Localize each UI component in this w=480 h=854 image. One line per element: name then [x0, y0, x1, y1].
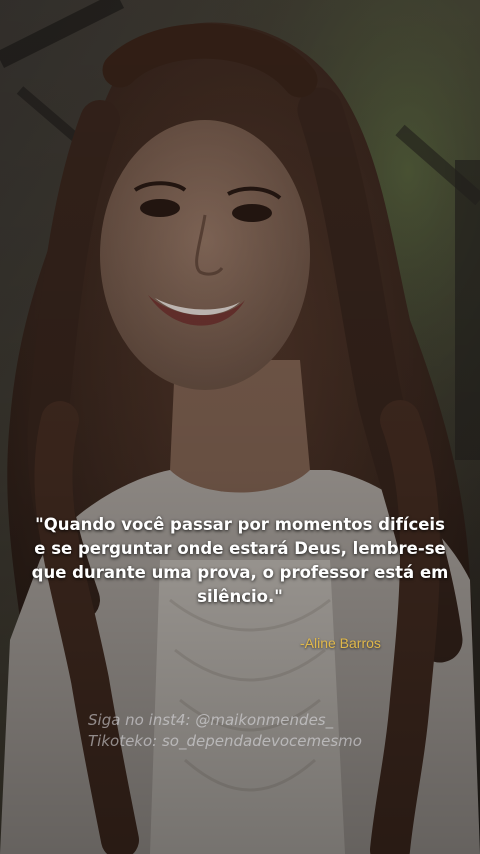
quote-line-1: "Quando você passar por momentos difícei… — [35, 515, 445, 534]
quote-line-4: silêncio." — [197, 587, 283, 606]
quote-line-3: que durante uma prova, o professor está … — [31, 563, 449, 582]
instagram-credit: Siga no inst4: @maikonmendes_ — [88, 711, 334, 729]
tiktok-credit: Tikoteko: so_dependadevocemesmo — [88, 732, 362, 750]
quote-text: "Quando você passar por momentos difícei… — [22, 513, 458, 609]
quote-author: -Aline Barros — [300, 635, 381, 651]
watermark-credits: Siga no inst4: @maikonmendes_ Tikoteko: … — [88, 710, 362, 752]
quote-line-2: e se perguntar onde estará Deus, lembre-… — [34, 539, 446, 558]
